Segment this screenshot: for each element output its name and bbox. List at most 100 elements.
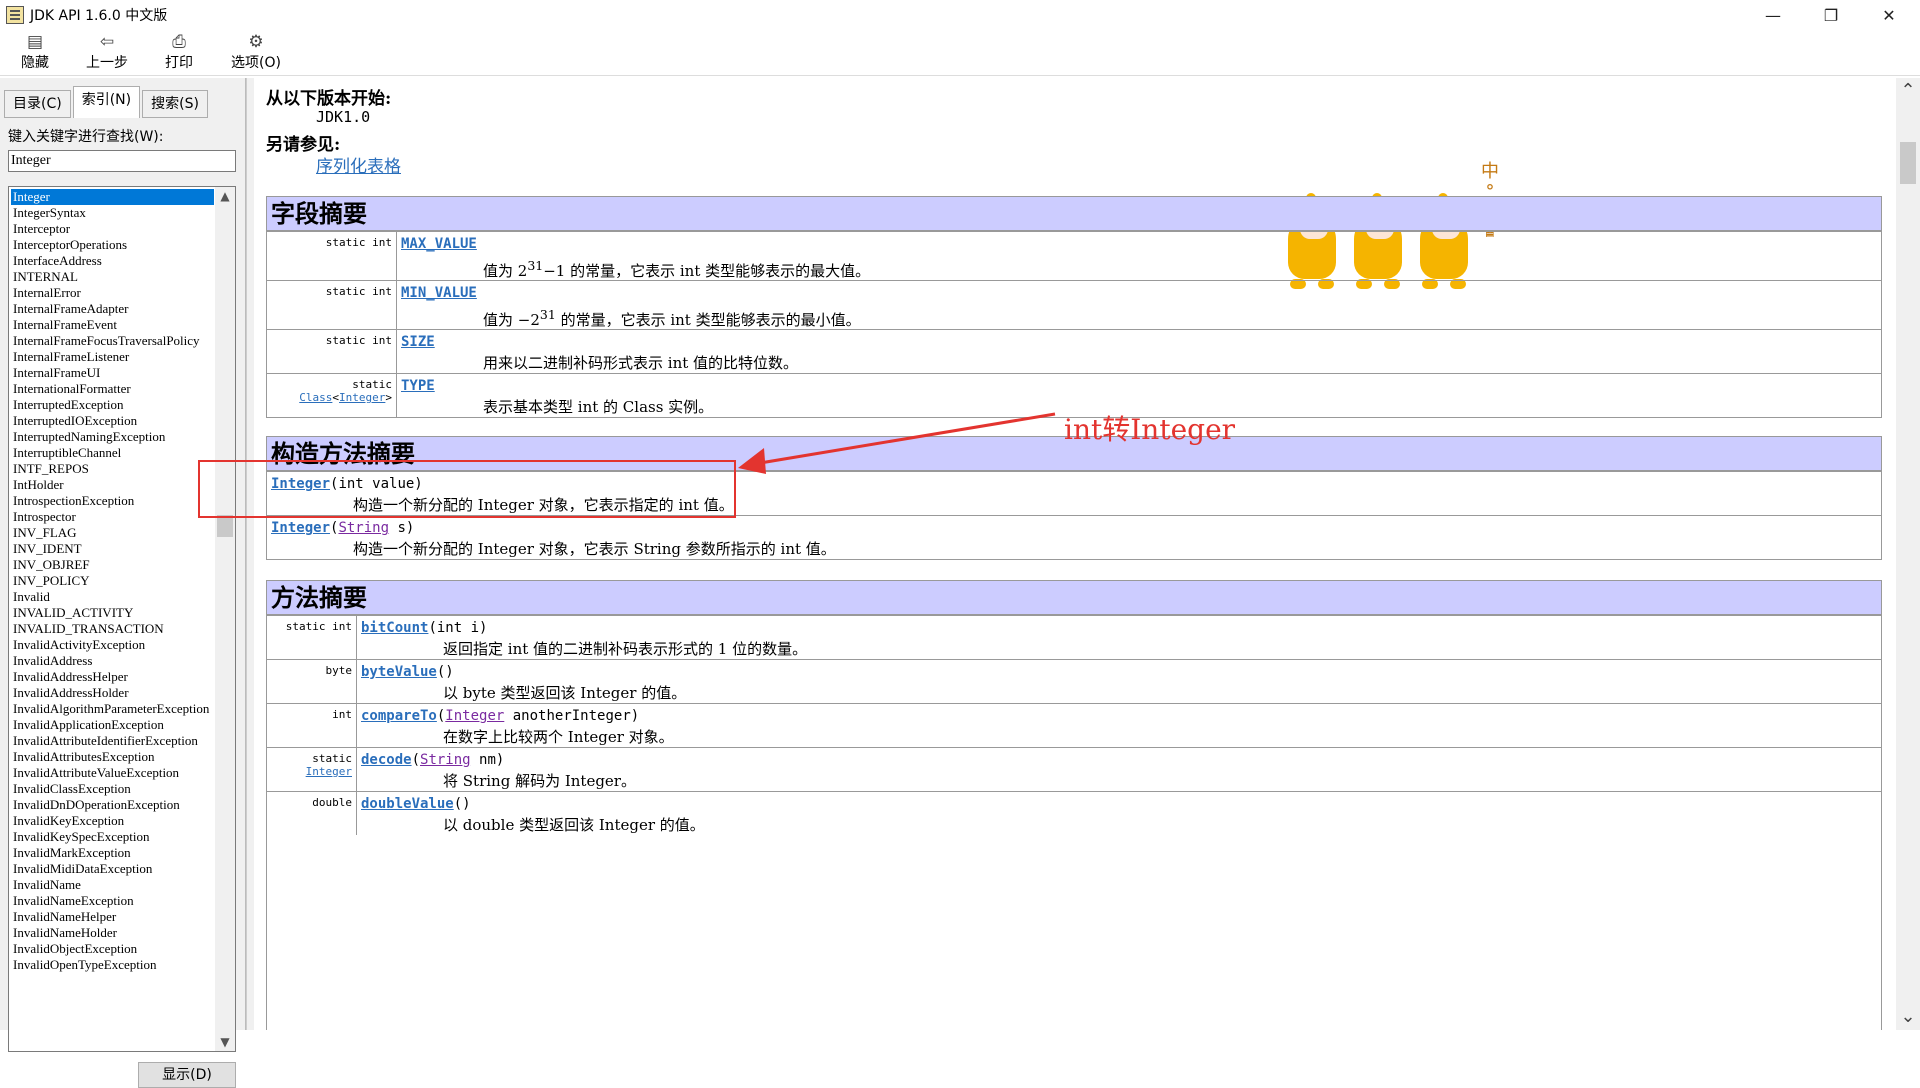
type-link[interactable]: TYPE	[401, 378, 435, 394]
method-description: 在数字上比较两个 Integer 对象。	[443, 728, 674, 746]
tab-index[interactable]: 索引(N)	[72, 86, 141, 118]
string-link[interactable]: String	[338, 520, 389, 536]
mascot-lang-icon[interactable]: 中	[1478, 162, 1502, 182]
list-item[interactable]: IntHolder	[11, 477, 214, 493]
hide-label: 隐藏	[21, 55, 49, 71]
class-link[interactable]: Class	[299, 391, 332, 404]
back-arrow-icon: ⇦	[99, 32, 115, 52]
list-item[interactable]: InvalidMarkException	[11, 845, 214, 861]
list-item[interactable]: InvalidAddress	[11, 653, 214, 669]
options-icon: ⚙	[248, 32, 264, 52]
list-item[interactable]: InvalidApplicationException	[11, 717, 214, 733]
integer-link[interactable]: Integer	[339, 391, 385, 404]
list-item[interactable]: InterfaceAddress	[11, 253, 214, 269]
hide-icon: ▤	[26, 32, 44, 52]
list-item[interactable]: InvalidNameHelper	[11, 909, 214, 925]
list-item[interactable]: InvalidName	[11, 877, 214, 893]
max-value-link[interactable]: MAX_VALUE	[401, 236, 477, 252]
list-item[interactable]: InvalidAttributesException	[11, 749, 214, 765]
method-description: 以 byte 类型返回该 Integer 的值。	[443, 684, 687, 702]
integer-return-link[interactable]: Integer	[306, 765, 352, 778]
index-list[interactable]: Integer IntegerSyntax Interceptor Intercept…	[8, 186, 236, 1052]
list-item[interactable]: InternationalFormatter	[11, 381, 214, 397]
list-item[interactable]: Interceptor	[11, 221, 214, 237]
content-scroll-thumb[interactable]	[1900, 142, 1916, 184]
list-item[interactable]: InvalidActivityException	[11, 637, 214, 653]
list-item[interactable]: INV_IDENT	[11, 541, 214, 557]
close-button[interactable]: ✕	[1860, 0, 1918, 30]
list-item[interactable]: INTERNAL	[11, 269, 214, 285]
list-item[interactable]: InterruptedIOException	[11, 413, 214, 429]
display-button[interactable]: 显示(D)	[138, 1062, 236, 1088]
since-label: 从以下版本开始:	[266, 89, 392, 109]
list-item[interactable]: InvalidAlgorithmParameterException	[11, 701, 214, 717]
restore-button[interactable]: ❐	[1802, 0, 1860, 30]
list-item[interactable]: InternalError	[11, 285, 214, 301]
tab-search[interactable]: 搜索(S)	[142, 90, 208, 118]
list-item[interactable]: InvalidClassException	[11, 781, 214, 797]
bitcount-link[interactable]: bitCount	[361, 620, 428, 636]
size-link[interactable]: SIZE	[401, 334, 435, 350]
string-param-link[interactable]: String	[420, 752, 471, 768]
compareto-link[interactable]: compareTo	[361, 708, 437, 724]
list-item[interactable]: InvalidAttributeValueException	[11, 765, 214, 781]
list-item[interactable]: InternalFrameFocusTraversalPolicy	[11, 333, 214, 349]
list-item[interactable]: InternalFrameUI	[11, 365, 214, 381]
list-item[interactable]: InvalidOpenTypeException	[11, 957, 214, 973]
list-item[interactable]: InvalidAttributeIdentifierException	[11, 733, 214, 749]
list-item[interactable]: InterruptedException	[11, 397, 214, 413]
table-row: double doubleValue() 以 double 类型返回该 Inte…	[267, 791, 1881, 835]
list-item[interactable]: INTF_REPOS	[11, 461, 214, 477]
bytevalue-link[interactable]: byteValue	[361, 664, 437, 680]
pane-splitter[interactable]	[246, 78, 254, 1030]
list-item[interactable]: InvalidAddressHolder	[11, 685, 214, 701]
list-item[interactable]: InternalFrameListener	[11, 349, 214, 365]
list-item[interactable]: InterruptedNamingException	[11, 429, 214, 445]
list-item[interactable]: Invalid	[11, 589, 214, 605]
list-item[interactable]: InternalFrameEvent	[11, 317, 214, 333]
list-item[interactable]: InternalFrameAdapter	[11, 301, 214, 317]
back-button[interactable]: ⇦ 上一步	[76, 32, 138, 76]
integer-string-constructor-link[interactable]: Integer	[271, 520, 330, 536]
scroll-up-icon[interactable]: ⌃	[1896, 80, 1920, 102]
options-button[interactable]: ⚙ 选项(O)	[220, 32, 292, 76]
doublevalue-link[interactable]: doubleValue	[361, 796, 454, 812]
scroll-down-icon[interactable]: ⌄	[1896, 1006, 1920, 1028]
list-item[interactable]: InvalidNameException	[11, 893, 214, 909]
list-item[interactable]: Integer	[11, 189, 214, 205]
list-item[interactable]: INV_FLAG	[11, 525, 214, 541]
index-scroll-thumb[interactable]	[217, 515, 233, 537]
list-item[interactable]: InvalidObjectException	[11, 941, 214, 957]
list-item[interactable]: InvalidKeySpecException	[11, 829, 214, 845]
list-item[interactable]: IntrospectionException	[11, 493, 214, 509]
list-item[interactable]: InterruptibleChannel	[11, 445, 214, 461]
list-item[interactable]: INVALID_ACTIVITY	[11, 605, 214, 621]
serialized-form-link[interactable]: 序列化表格	[316, 152, 401, 177]
min-value-link[interactable]: MIN_VALUE	[401, 285, 477, 301]
scroll-up-icon[interactable]: ▲	[215, 187, 235, 205]
minimize-button[interactable]: —	[1744, 0, 1802, 30]
integer-param-link[interactable]: Integer	[445, 708, 504, 724]
list-item[interactable]: IntegerSyntax	[11, 205, 214, 221]
list-item[interactable]: INV_POLICY	[11, 573, 214, 589]
index-scrollbar[interactable]: ▲ ▼	[215, 187, 235, 1051]
print-button[interactable]: ⎙ 打印	[148, 32, 210, 76]
field-modifier: static int	[267, 232, 397, 280]
list-item[interactable]: InvalidKeyException	[11, 813, 214, 829]
list-item[interactable]: InvalidDnDOperationException	[11, 797, 214, 813]
list-item[interactable]: InvalidMidiDataException	[11, 861, 214, 877]
table-row: static int MIN_VALUE 值为 −231 的常量，它表示 int…	[267, 280, 1881, 329]
tab-contents[interactable]: 目录(C)	[4, 90, 71, 118]
list-item[interactable]: Introspector	[11, 509, 214, 525]
doc-content: 从以下版本开始: JDK1.0 另请参见: 序列化表格 中 ° 简 ♛ 字段摘要…	[256, 78, 1896, 1030]
list-item[interactable]: InvalidAddressHelper	[11, 669, 214, 685]
list-item[interactable]: InterceptorOperations	[11, 237, 214, 253]
keyword-input[interactable]	[8, 150, 236, 172]
list-item[interactable]: INVALID_TRANSACTION	[11, 621, 214, 637]
decode-link[interactable]: decode	[361, 752, 412, 768]
hide-button[interactable]: ▤ 隐藏	[4, 32, 66, 76]
scroll-down-icon[interactable]: ▼	[215, 1033, 235, 1051]
list-item[interactable]: InvalidNameHolder	[11, 925, 214, 941]
content-scrollbar[interactable]: ⌃ ⌄	[1896, 78, 1920, 1030]
list-item[interactable]: INV_OBJREF	[11, 557, 214, 573]
